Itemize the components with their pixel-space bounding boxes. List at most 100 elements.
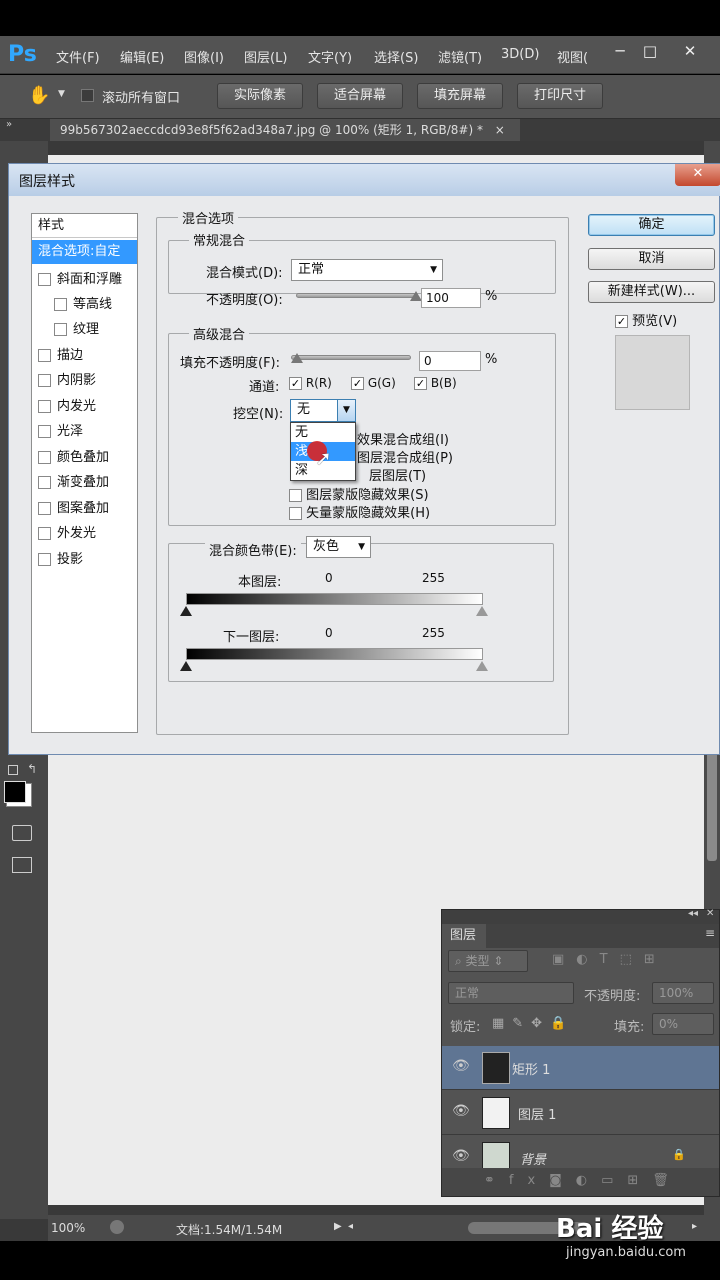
- hand-tool-icon[interactable]: ✋: [28, 85, 50, 106]
- style-inner-shadow[interactable]: 内阴影: [32, 369, 137, 393]
- document-tab[interactable]: 99b567302aeccdcd93e8f5f62ad348a7.jpg @ 1…: [50, 119, 520, 141]
- underlying-black-slider[interactable]: [180, 661, 192, 671]
- opacity-label: 不透明度(O):: [206, 293, 283, 308]
- channel-b[interactable]: ✓ B(B): [414, 376, 457, 390]
- underlying-max: 255: [422, 626, 445, 640]
- preview-checkbox[interactable]: ✓ 预览(V): [615, 310, 677, 329]
- channel-r[interactable]: ✓ R(R): [289, 376, 332, 390]
- layers-footer-icons[interactable]: ⚭fx◙◐▭⊞🗑: [442, 1168, 719, 1196]
- adv-option-transparency-shapes[interactable]: 层图层(T): [369, 465, 426, 484]
- layer-fill-input[interactable]: 0%: [652, 1013, 714, 1035]
- underlying-white-slider[interactable]: [476, 661, 488, 671]
- layer-filter-icons[interactable]: ▣◐T⬚⊞: [552, 952, 667, 967]
- style-contour[interactable]: 等高线: [32, 293, 137, 317]
- blend-if-select[interactable]: 灰色 ▼: [306, 536, 371, 558]
- menu-3d[interactable]: 3D(D): [501, 47, 539, 62]
- style-gradient-overlay[interactable]: 渐变叠加: [32, 471, 137, 495]
- panel-menu-icon[interactable]: ≡: [705, 926, 715, 940]
- swap-colors-icon[interactable]: ↰: [27, 762, 37, 776]
- knockout-select[interactable]: 无 ▼: [290, 399, 356, 422]
- zoom-level[interactable]: 100%: [51, 1221, 85, 1235]
- layer-row-background[interactable]: 👁 背景 🔒: [442, 1136, 719, 1170]
- menu-type[interactable]: 文字(Y): [308, 47, 352, 66]
- print-size-button[interactable]: 打印尺寸: [517, 83, 603, 109]
- menu-image[interactable]: 图像(I): [184, 47, 224, 66]
- collapse-panel-icon[interactable]: ◂◂: [688, 908, 698, 919]
- menu-filter[interactable]: 滤镜(T): [438, 47, 482, 66]
- this-layer-white-slider[interactable]: [476, 606, 488, 616]
- vertical-scroll-thumb[interactable]: [707, 751, 717, 861]
- lock-icons[interactable]: ▦✎✥🔒: [492, 1016, 574, 1031]
- menu-layer[interactable]: 图层(L): [244, 47, 287, 66]
- eye-icon[interactable]: 👁: [452, 1148, 470, 1164]
- ok-button[interactable]: 确定: [588, 214, 715, 236]
- styles-list: 样式 混合选项:自定 斜面和浮雕 等高线 纹理 描边 内阴影 内发光 光泽 颜色…: [31, 213, 138, 733]
- tool-preset-dropdown-icon[interactable]: ▼: [58, 89, 65, 99]
- eye-icon[interactable]: 👁: [452, 1103, 470, 1119]
- style-drop-shadow[interactable]: 投影: [32, 548, 137, 572]
- style-inner-glow[interactable]: 内发光: [32, 395, 137, 419]
- blend-mode-select[interactable]: 正常 ▼: [291, 259, 443, 281]
- underlying-gradient-bar: [186, 648, 483, 660]
- eye-icon[interactable]: 👁: [452, 1058, 470, 1074]
- layer-row-rectangle[interactable]: 👁 矩形 1: [442, 1046, 719, 1090]
- menu-file[interactable]: 文件(F): [56, 47, 100, 66]
- adv-option-layer-mask-hides[interactable]: 图层蒙版隐藏效果(S): [289, 484, 429, 503]
- layer-row-layer1[interactable]: 👁 图层 1: [442, 1091, 719, 1135]
- fill-opacity-slider-knob[interactable]: [291, 353, 303, 363]
- layers-panel: ◂◂ ✕ 图层 ≡ ⌕ 类型 ⇕ ▣◐T⬚⊞ 正常 不透明度: 100% 锁定: …: [441, 908, 720, 1197]
- style-outer-glow[interactable]: 外发光: [32, 522, 137, 546]
- style-drop-shadow-label: 投影: [57, 552, 84, 567]
- scroll-left-icon[interactable]: ◂: [348, 1221, 353, 1232]
- style-stroke[interactable]: 描边: [32, 344, 137, 368]
- menu-view[interactable]: 视图(: [557, 47, 588, 66]
- quick-mask-icon[interactable]: [12, 825, 32, 841]
- cancel-button[interactable]: 取消: [588, 248, 715, 270]
- adv-option-blend-interior[interactable]: 效果混合成组(I): [357, 429, 449, 448]
- collapse-icon[interactable]: »: [6, 119, 12, 130]
- menu-select[interactable]: 选择(S): [374, 47, 418, 66]
- scroll-all-windows-checkbox[interactable]: [81, 88, 94, 103]
- layer-opacity-input[interactable]: 100%: [652, 982, 714, 1004]
- restore-button[interactable]: □: [630, 38, 670, 64]
- close-app-button[interactable]: ✕: [670, 38, 710, 64]
- adv-option-blend-clipped[interactable]: 图层混合成组(P): [357, 447, 453, 466]
- opacity-input[interactable]: 100: [421, 288, 481, 308]
- fill-opacity-input[interactable]: 0: [419, 351, 481, 371]
- fill-screen-button[interactable]: 填充屏幕: [417, 83, 503, 109]
- style-pattern-overlay[interactable]: 图案叠加: [32, 497, 137, 521]
- close-panel-icon[interactable]: ✕: [706, 908, 714, 919]
- opacity-slider[interactable]: [296, 293, 416, 298]
- this-layer-black-slider[interactable]: [180, 606, 192, 616]
- layer-style-dialog: 图层样式 ✕ 样式 混合选项:自定 斜面和浮雕 等高线 纹理 描边 内阴影 内发…: [8, 163, 720, 755]
- dialog-close-button[interactable]: ✕: [675, 164, 720, 186]
- new-style-button[interactable]: 新建样式(W)...: [588, 281, 715, 303]
- channel-b-label: B(B): [430, 376, 457, 390]
- channel-g[interactable]: ✓ G(G): [351, 376, 396, 390]
- layer-filter-select[interactable]: ⌕ 类型 ⇕: [448, 950, 528, 972]
- layers-tab[interactable]: 图层: [442, 924, 486, 948]
- scroll-right-icon[interactable]: ▸: [692, 1221, 697, 1232]
- style-bevel-emboss[interactable]: 斜面和浮雕: [32, 268, 137, 292]
- actual-pixels-button[interactable]: 实际像素: [217, 83, 303, 109]
- layer-thumbnail: [482, 1097, 510, 1129]
- status-icon[interactable]: [110, 1220, 124, 1234]
- screen-mode-icon[interactable]: [12, 857, 32, 873]
- status-menu-arrow-icon[interactable]: ▶: [334, 1221, 342, 1232]
- menu-edit[interactable]: 编辑(E): [120, 47, 164, 66]
- adv-option-vector-mask-hides[interactable]: 矢量蒙版隐藏效果(H): [289, 502, 430, 521]
- default-colors-icon[interactable]: [8, 765, 18, 775]
- fit-screen-button[interactable]: 适合屏幕: [317, 83, 403, 109]
- layer-blend-mode-select[interactable]: 正常: [448, 982, 574, 1004]
- lock-label: 锁定:: [450, 1020, 481, 1035]
- style-color-overlay[interactable]: 颜色叠加: [32, 446, 137, 470]
- style-blending-options[interactable]: 混合选项:自定: [32, 240, 137, 264]
- foreground-color-swatch[interactable]: [4, 781, 26, 803]
- document-tab-close-icon[interactable]: ×: [495, 123, 505, 137]
- knockout-value: 无: [297, 402, 311, 417]
- fill-opacity-slider[interactable]: [291, 355, 411, 360]
- style-texture[interactable]: 纹理: [32, 318, 137, 342]
- knockout-option-none[interactable]: 无: [291, 423, 355, 442]
- style-satin[interactable]: 光泽: [32, 420, 137, 444]
- blend-mode-label: 混合模式(D):: [206, 266, 283, 281]
